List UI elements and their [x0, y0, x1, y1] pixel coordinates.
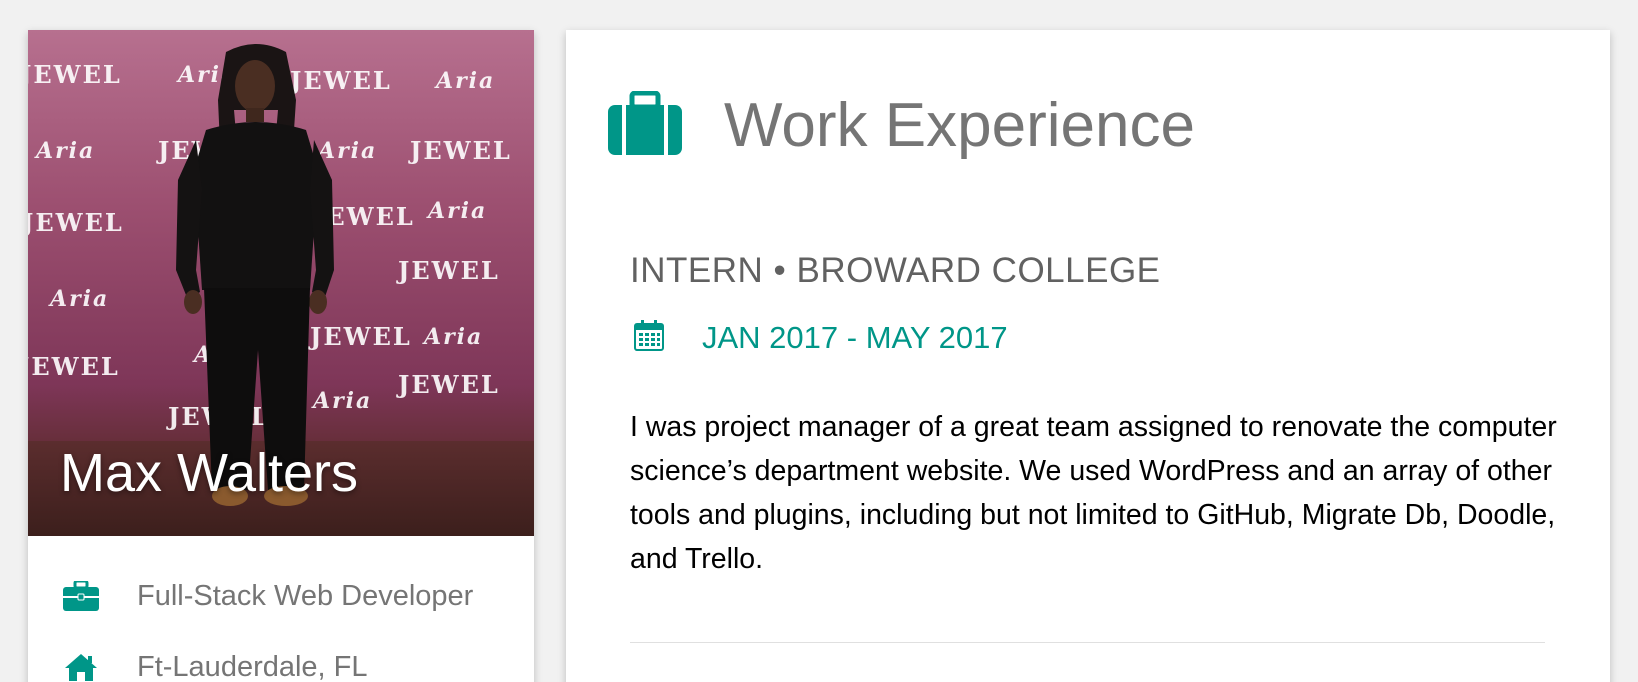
job-title: INTERN • BROWARD COLLEGE [630, 251, 1161, 290]
profile-name: Max Walters [60, 443, 359, 503]
briefcase-icon [608, 90, 682, 160]
job-description: I was project manager of a great team as… [630, 411, 1557, 575]
divider [630, 642, 1545, 643]
info-row-location: Ft-Lauderdale, FL [63, 649, 368, 682]
section-title: Work Experience [724, 91, 1195, 160]
calendar-icon [634, 319, 664, 356]
page: JEWEL Aria JEWEL Aria Aria JEWEL Aria JE… [0, 0, 1638, 682]
work-experience-header: Work Experience [608, 90, 1195, 161]
info-row-job: Full-Stack Web Developer [63, 578, 473, 614]
job-dates: JAN 2017 - MAY 2017 [634, 319, 1008, 356]
location-text: Ft-Lauderdale, FL [137, 650, 368, 682]
job-title-text: Full-Stack Web Developer [137, 579, 474, 612]
work-experience-card: Work Experience INTERN • BROWARD COLLEGE [566, 30, 1610, 682]
briefcase-icon [63, 578, 99, 614]
profile-photo: JEWEL Aria JEWEL Aria Aria JEWEL Aria JE… [28, 30, 534, 536]
job-date-range: JAN 2017 - MAY 2017 [702, 319, 1008, 355]
home-icon [63, 649, 99, 682]
profile-card: JEWEL Aria JEWEL Aria Aria JEWEL Aria JE… [28, 30, 534, 682]
